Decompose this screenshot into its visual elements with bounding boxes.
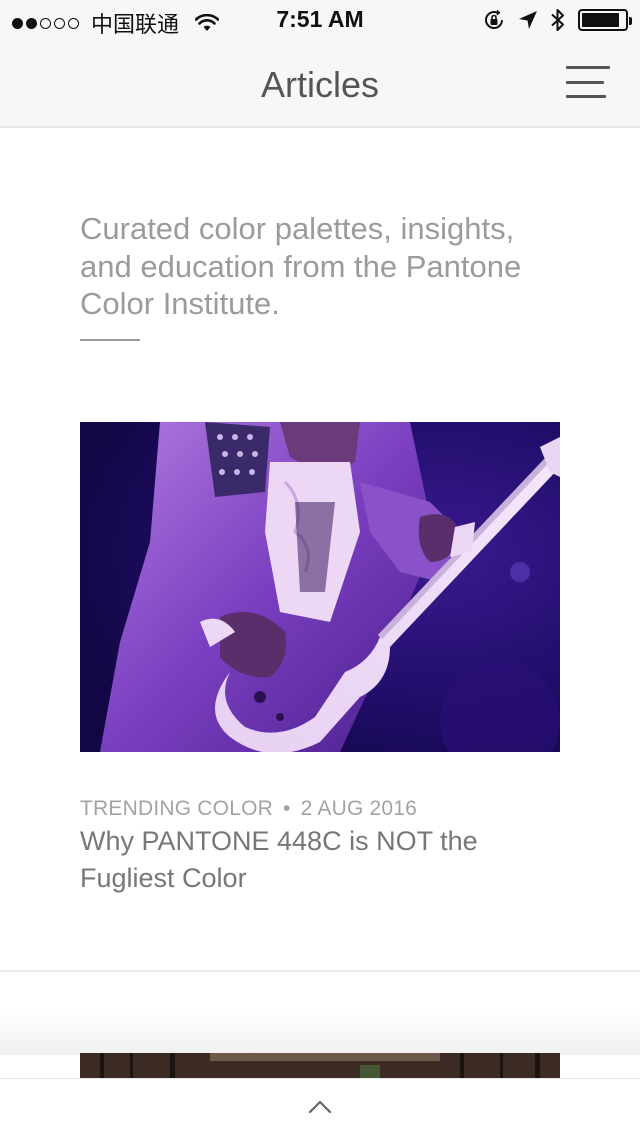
hamburger-menu-icon[interactable] [566,66,610,98]
chevron-up-icon[interactable] [308,1097,332,1117]
battery-level [582,13,619,27]
article-title[interactable]: Why PANTONE 448C is NOT the Fugliest Col… [80,823,560,897]
purple-guitarist-photo [80,422,560,752]
bluetooth-icon [551,9,564,31]
page-title: Articles [260,64,380,105]
article-category[interactable]: TRENDING COLOR [80,797,273,820]
intro-divider [80,339,140,341]
nav-bar: Articles [0,40,640,128]
article-meta: TRENDING COLOR • 2 AUG 2016 [80,797,417,821]
scroll-fade [0,1010,640,1055]
meta-separator: • [283,797,291,820]
rotation-lock-icon [485,9,503,29]
status-bar: 中国联通 7:51 AM [0,0,640,40]
status-right [482,8,632,32]
article-image[interactable] [80,422,560,752]
article-divider [0,970,640,972]
article-date: 2 AUG 2016 [300,797,418,820]
intro-text: Curated color palettes, insights, and ed… [80,211,522,321]
battery-icon [578,9,632,31]
bottom-bar [0,1078,640,1136]
location-arrow-icon [519,11,537,29]
